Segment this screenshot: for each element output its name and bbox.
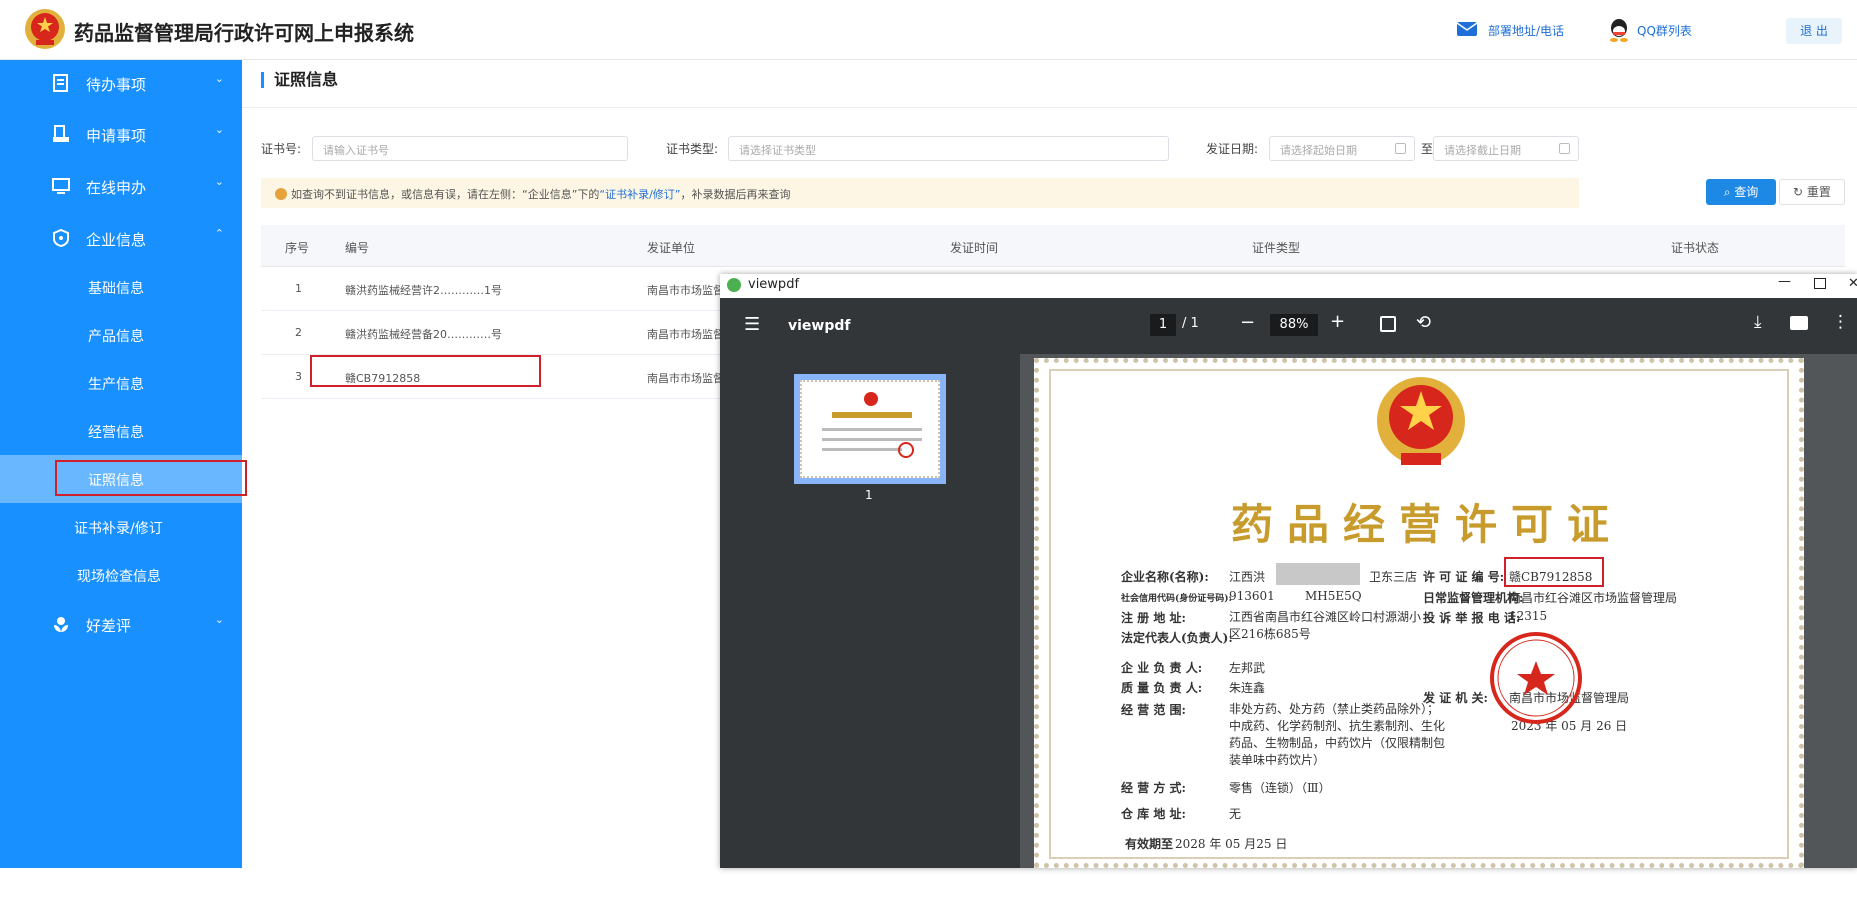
maximize-icon[interactable] [1814, 278, 1826, 289]
contact-link[interactable]: 部署地址/电话 [1488, 22, 1564, 39]
sidebar-item-label: 待办事项 [86, 76, 147, 94]
sidebar-item-label: 申请事项 [86, 127, 147, 145]
national-emblem-icon [25, 9, 65, 49]
date-separator: 至 [1421, 142, 1434, 156]
enterprise-icon [53, 229, 69, 247]
chevron-up-icon: ⌃ [214, 227, 224, 240]
system-title: 药品监督管理局行政许可网上申报系统 [74, 21, 414, 45]
rotate-icon[interactable]: ⟲ [1416, 312, 1431, 333]
chevron-down-icon: ⌄ [214, 613, 224, 626]
sidebar-item-label: 好差评 [86, 617, 132, 635]
issue-date-label: 发证日期: [1206, 142, 1259, 156]
warning-icon [275, 188, 287, 200]
cert-type-select[interactable]: 请选择证书类型 [728, 136, 1169, 161]
highlight-box-sidebar [55, 460, 247, 496]
chevron-down-icon: ⌄ [214, 72, 224, 85]
print-icon[interactable] [1790, 316, 1808, 330]
cert-supplement-link[interactable]: “证书补录/修订” [599, 188, 680, 201]
pdf-toolbar: ☰ viewpdf 1 / 1 − 88% + ⟲ ⤓ ⋮ [720, 298, 1857, 354]
page-thumbnail[interactable] [794, 374, 946, 484]
browser-icon [727, 278, 741, 292]
menu-icon[interactable]: ☰ [744, 314, 760, 335]
top-header: 药品监督管理局行政许可网上申报系统 部署地址/电话 QQ群列表 退 出 [0, 0, 1857, 60]
date-end-input[interactable]: 请选择截止日期 [1433, 136, 1579, 161]
chevron-down-icon: ⌄ [214, 175, 224, 188]
certificate-page: 药品经营许可证 企业名称(名称): 江西洪 卫东三店 社会信用代码(身份证号码)… [1034, 358, 1804, 868]
highlight-box-row [310, 355, 541, 387]
table-header: 序号 编号 发证单位 发证时间 证件类型 证书状态 [261, 225, 1845, 267]
sidebar-item-online[interactable]: 在线申办 ⌄ [0, 163, 242, 211]
sidebar-item-apply[interactable]: 申请事项 ⌄ [0, 111, 242, 159]
minimize-icon[interactable]: — [1778, 274, 1791, 289]
inbox-icon [53, 74, 68, 92]
collapse-sidebar-icon[interactable] [113, 896, 131, 912]
page-number-input[interactable]: 1 [1150, 314, 1176, 336]
cert-no-input[interactable]: 请输入证书号 [312, 136, 628, 161]
official-seal-icon [1490, 632, 1582, 724]
pdf-viewer-window: viewpdf — ✕ ☰ viewpdf 1 / 1 − 88% + ⟲ ⤓ … [720, 274, 1857, 868]
sidebar-subitem-inspection[interactable]: 现场检查信息 [0, 551, 242, 599]
pdf-title: viewpdf [788, 318, 851, 334]
sidebar-subitem-basic[interactable]: 基础信息 [0, 263, 242, 311]
query-button[interactable]: ⌕ 查询 [1706, 179, 1776, 205]
document-area: 药品经营许可证 企业名称(名称): 江西洪 卫东三店 社会信用代码(身份证号码)… [1020, 354, 1857, 868]
sidebar-item-enterprise[interactable]: 企业信息 ⌃ [0, 215, 242, 263]
zoom-out-button[interactable]: − [1240, 312, 1255, 333]
qq-group-link[interactable]: QQ群列表 [1637, 22, 1692, 39]
chevron-down-icon: ⌄ [214, 123, 224, 136]
thumbnail-label: 1 [865, 488, 873, 502]
zoom-input[interactable]: 88% [1270, 314, 1318, 336]
cert-type-label: 证书类型: [666, 142, 719, 156]
mail-icon[interactable] [1456, 20, 1478, 38]
certificate-title: 药品经营许可证 [1231, 500, 1624, 549]
monitor-icon [52, 178, 70, 194]
sidebar-item-review[interactable]: 好差评 ⌄ [0, 601, 242, 649]
sidebar-item-label: 企业信息 [86, 231, 147, 249]
page-total: / 1 [1182, 316, 1199, 331]
divider [242, 107, 1857, 108]
sidebar-subitem-production[interactable]: 生产信息 [0, 359, 242, 407]
sidebar-subitem-business[interactable]: 经营信息 [0, 407, 242, 455]
thumbnail-pane: 1 [720, 354, 1020, 868]
window-titlebar: viewpdf — ✕ [720, 274, 1857, 298]
fit-page-icon[interactable] [1380, 316, 1396, 332]
more-options-icon[interactable]: ⋮ [1832, 312, 1849, 332]
sidebar-item-todo[interactable]: 待办事项 ⌄ [0, 60, 242, 108]
reset-button[interactable]: ↻ 重置 [1779, 179, 1845, 205]
window-title: viewpdf [748, 277, 800, 292]
notice-bar: 如查询不到证书信息，或信息有误，请在左侧：“企业信息”下的“证书补录/修订”，补… [261, 178, 1579, 208]
date-start-input[interactable]: 请选择起始日期 [1269, 136, 1415, 161]
apply-icon [53, 125, 69, 142]
zoom-in-button[interactable]: + [1330, 311, 1345, 332]
national-emblem-icon [1377, 377, 1465, 465]
highlight-box-license-no [1504, 557, 1604, 587]
page-title: 证照信息 [261, 72, 338, 88]
calendar-icon [1395, 143, 1406, 154]
download-icon[interactable]: ⤓ [1754, 312, 1762, 332]
logout-button[interactable]: 退 出 [1786, 18, 1842, 44]
flower-icon [54, 617, 68, 632]
redacted-block [1276, 563, 1360, 585]
calendar-icon [1559, 143, 1570, 154]
cert-no-label: 证书号: [261, 142, 302, 156]
sidebar-subitem-product[interactable]: 产品信息 [0, 311, 242, 359]
sidebar-item-label: 在线申办 [86, 179, 147, 197]
close-icon[interactable]: ✕ [1848, 276, 1857, 291]
sidebar-subitem-cert-supplement[interactable]: 证书补录/修订 [0, 503, 242, 551]
qq-icon[interactable] [1608, 18, 1630, 42]
